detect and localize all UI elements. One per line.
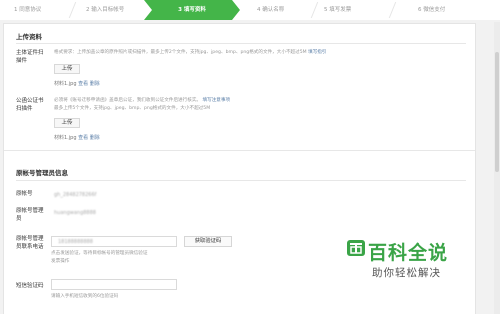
uploaded-file: 材料1.jpg 查看 删除 bbox=[54, 134, 100, 141]
letter-scan-label: 公函公证书扫描件 bbox=[16, 98, 44, 112]
progress-stepper: 1 同意协议 2 输入目标帐号 3 填写资料 4 确认名称 5 填写发票 6 微… bbox=[0, 0, 500, 20]
phone-label: 原帐号管理员联系电话 bbox=[16, 236, 44, 250]
step-target-account: 2 输入目标帐号 bbox=[86, 7, 125, 13]
step-confirm-name: 4 确认名称 bbox=[257, 7, 285, 13]
step-fill-info: 3 填写资料 bbox=[144, 0, 240, 20]
step-divider bbox=[388, 2, 397, 18]
phone-hint-2: 发票操作 bbox=[51, 259, 70, 264]
section-divider bbox=[16, 180, 466, 181]
get-code-button[interactable]: 获取验证码 bbox=[184, 236, 232, 247]
delete-file-link[interactable]: 删除 bbox=[90, 135, 100, 141]
admin-label: 原帐号管理员 bbox=[16, 208, 44, 222]
id-scan-hint: 格式要求：上传加盖公章的原件照片或扫描件，最多上传2个文件，支持jpg、jpeg… bbox=[54, 50, 327, 55]
phone-input[interactable]: 18188888888 bbox=[51, 236, 177, 247]
upload-section-title: 上传资料 bbox=[16, 33, 42, 41]
delete-file-link[interactable]: 删除 bbox=[90, 81, 100, 87]
scroll-thumb[interactable] bbox=[495, 52, 499, 172]
view-file-link[interactable]: 查看 bbox=[78, 81, 88, 87]
upload-button[interactable]: 上传 bbox=[54, 64, 80, 74]
sms-code-input[interactable] bbox=[51, 279, 177, 290]
watermark-subtitle: 助你轻松解决 bbox=[372, 267, 441, 279]
step-agree: 1 同意协议 bbox=[14, 7, 42, 13]
section-divider bbox=[4, 150, 475, 151]
sms-label: 短信验证码 bbox=[16, 283, 44, 289]
baike-logo-icon bbox=[347, 240, 365, 256]
phone-value: 18188888888 bbox=[58, 239, 93, 245]
notes-link[interactable]: 填写注意事项 bbox=[202, 98, 230, 103]
letter-scan-hint: 必须将《账号迁移申请函》盖章后公证，我们收到公证文件后进行核实。 填写注意事项 bbox=[54, 98, 231, 103]
phone-hint: 点击发送验证，等待目标帐号的管理员微信验证 bbox=[51, 251, 148, 256]
scrollbar[interactable] bbox=[494, 22, 500, 314]
admin-value: huangwang8888 bbox=[54, 210, 96, 216]
id-scan-label: 主体证件扫描件 bbox=[16, 50, 44, 64]
letter-scan-hint-2: 最多上传5个文件，支持jpg、jpeg、bmp、png格式的文件，大小不超过5M bbox=[54, 106, 211, 111]
step-divider bbox=[68, 2, 77, 18]
account-label: 原帐号 bbox=[16, 191, 33, 197]
file-name: 材料1.jpg bbox=[54, 81, 77, 87]
fill-guide-link[interactable]: 填写指引 bbox=[308, 50, 326, 55]
step-wechat-pay: 6 微信支付 bbox=[418, 7, 446, 13]
step-divider bbox=[310, 2, 319, 18]
section-divider bbox=[16, 43, 466, 44]
upload-button[interactable]: 上传 bbox=[54, 118, 80, 128]
file-name: 材料1.jpg bbox=[54, 135, 77, 141]
step-invoice: 5 填写发票 bbox=[324, 7, 352, 13]
account-value: gh_2848278266f bbox=[54, 192, 97, 198]
view-file-link[interactable]: 查看 bbox=[78, 135, 88, 141]
admin-section-title: 原帐号管理员信息 bbox=[16, 169, 68, 177]
watermark-title: 百科全说 bbox=[368, 242, 449, 264]
sms-hint: 请输入手机短信收到的6位验证码 bbox=[51, 294, 119, 299]
uploaded-file: 材料1.jpg 查看 删除 bbox=[54, 80, 100, 87]
